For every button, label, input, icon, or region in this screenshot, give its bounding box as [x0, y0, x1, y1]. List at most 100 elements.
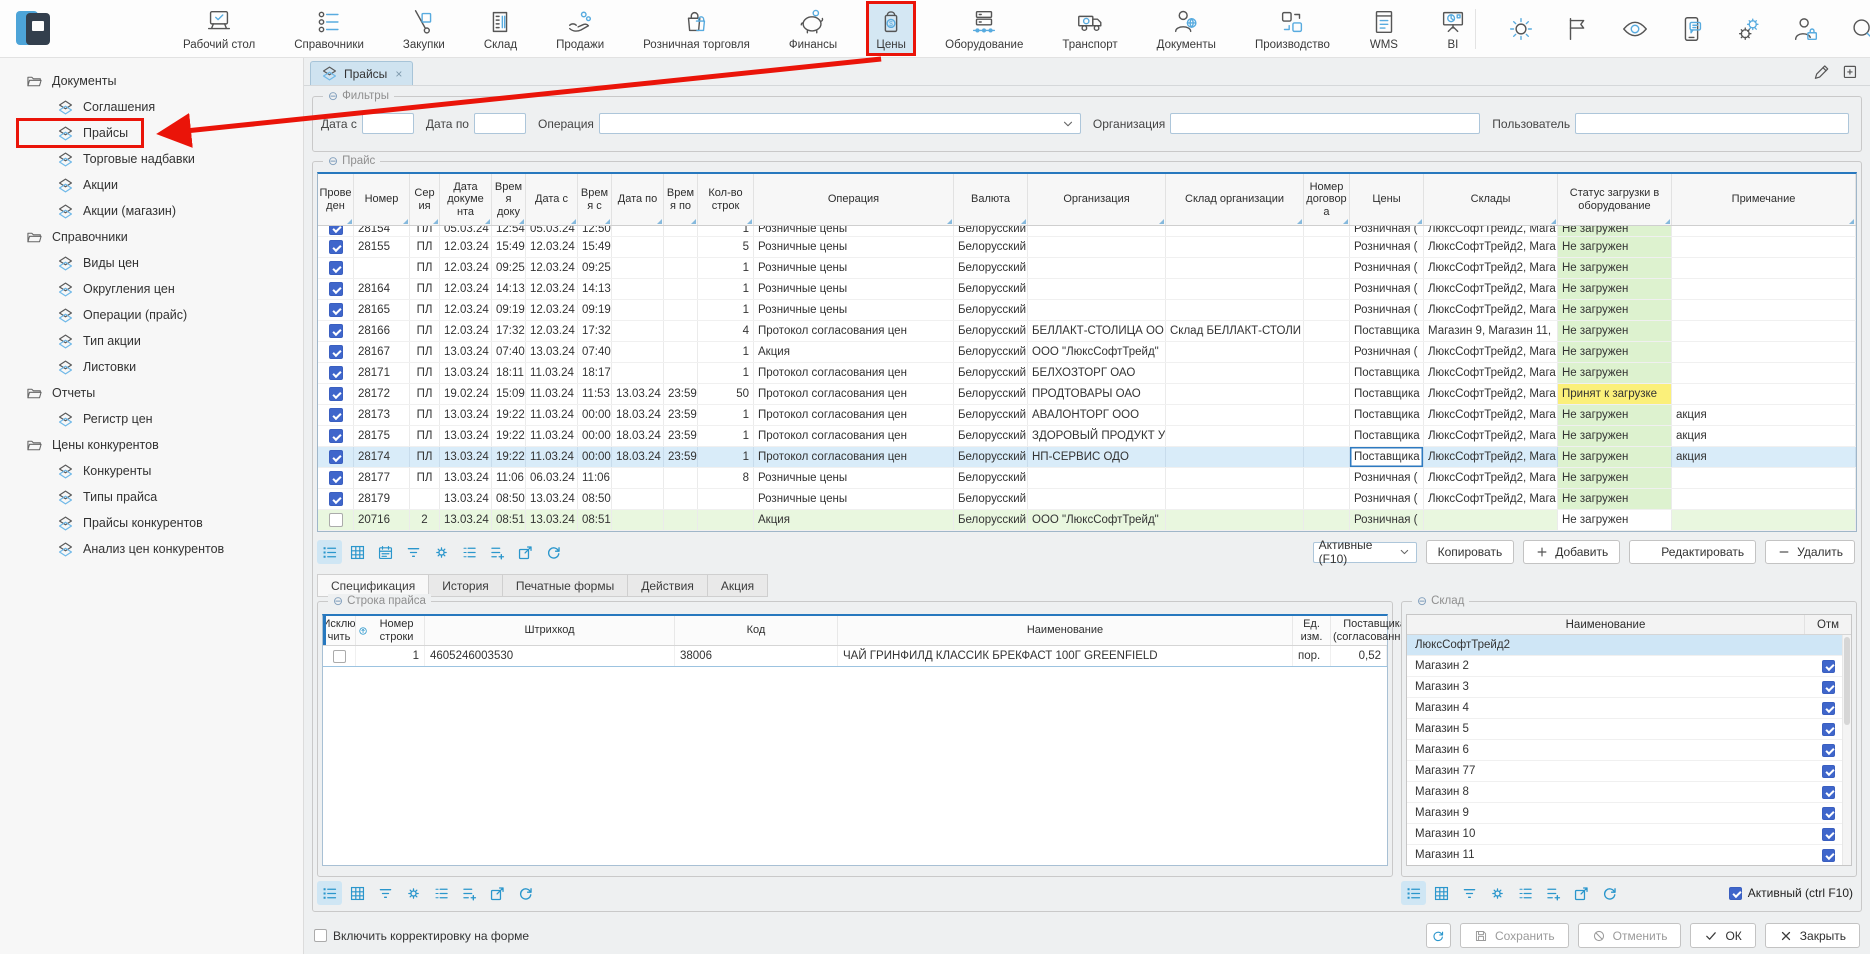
- cell-operation[interactable]: Протокол согласования цен: [754, 447, 954, 467]
- cell-operation[interactable]: Розничные цены: [754, 279, 954, 299]
- cell-org[interactable]: [1028, 258, 1166, 278]
- cell-org_warehouse[interactable]: [1166, 405, 1304, 425]
- nav-item-bi[interactable]: BI: [1431, 4, 1475, 53]
- cell-date_from[interactable]: 13.03.24: [526, 489, 578, 509]
- detail-tab-Печатные формы[interactable]: Печатные формы: [502, 574, 627, 597]
- cell-warehouses[interactable]: ЛюксСофтТрейд2, Мага: [1424, 258, 1558, 278]
- price-column-header[interactable]: Склады: [1424, 174, 1558, 225]
- topbar-search-button[interactable]: [1848, 14, 1870, 44]
- cell-time_to[interactable]: [664, 489, 698, 509]
- cell-operation[interactable]: Протокол согласования цен: [754, 321, 954, 341]
- numbered-list-tool-button[interactable]: [457, 540, 482, 564]
- cell-doc_date[interactable]: 12.03.24: [440, 258, 492, 278]
- row-checkbox-cell[interactable]: [318, 384, 354, 404]
- row-checkbox[interactable]: [329, 261, 343, 275]
- cell-doc_time[interactable]: 09:19: [492, 300, 526, 320]
- sidebar-folder[interactable]: Цены конкурентов: [0, 432, 303, 458]
- cell-status[interactable]: Не загружен: [1558, 447, 1672, 467]
- cell-time_from[interactable]: 17:32: [578, 321, 612, 341]
- cell-org[interactable]: АВАЛОНТОРГ ООО: [1028, 405, 1166, 425]
- nav-item-finance[interactable]: Финансы: [782, 4, 844, 53]
- nav-item-sales[interactable]: Продажи: [549, 4, 611, 53]
- cell-org[interactable]: БЕЛХОЗТОРГ ОАО: [1028, 363, 1166, 383]
- cell-date_from[interactable]: 06.03.24: [526, 468, 578, 488]
- view-filter-select[interactable]: Активные (F10): [1313, 542, 1417, 563]
- price-column-header[interactable]: Организация: [1028, 174, 1166, 225]
- cell-currency[interactable]: Белорусский: [954, 510, 1028, 530]
- cell-doc_date[interactable]: 13.03.24: [440, 405, 492, 425]
- cell-warehouses[interactable]: ЛюксСофтТрейд2, Мага: [1424, 342, 1558, 362]
- cell-contract[interactable]: [1304, 342, 1350, 362]
- warehouse-checkbox[interactable]: [1822, 723, 1835, 736]
- warehouse-checkbox[interactable]: [1822, 786, 1835, 799]
- cell-series[interactable]: ПЛ: [410, 468, 440, 488]
- list-view-tool-button[interactable]: [317, 540, 342, 564]
- cell-operation[interactable]: Розничные цены: [754, 489, 954, 509]
- cell-status[interactable]: Не загружен: [1558, 468, 1672, 488]
- tab-close-icon[interactable]: ×: [395, 67, 402, 81]
- cell-time_from[interactable]: 11:53: [578, 384, 612, 404]
- cell-currency[interactable]: Белорусский: [954, 258, 1028, 278]
- cell-lines[interactable]: 1: [698, 405, 754, 425]
- price-row[interactable]: 28155ПЛ12.03.2415:4912.03.2415:495Рознич…: [318, 237, 1856, 258]
- cell-status[interactable]: Не загружен: [1558, 258, 1672, 278]
- cell-currency[interactable]: Белорусский: [954, 226, 1028, 236]
- cell-org_warehouse[interactable]: [1166, 489, 1304, 509]
- grid-tool-button[interactable]: [345, 881, 370, 905]
- tab-praisy[interactable]: Прайсы ×: [310, 61, 413, 85]
- warehouse-col-checked[interactable]: Отм: [1805, 615, 1851, 634]
- cell-org_warehouse[interactable]: [1166, 342, 1304, 362]
- cell-doc_date[interactable]: 12.03.24: [440, 300, 492, 320]
- open-window-tool-button[interactable]: [513, 540, 538, 564]
- cell-org[interactable]: БЕЛЛАКТ-СТОЛИЦА ОО: [1028, 321, 1166, 341]
- cell-doc_date[interactable]: 12.03.24: [440, 279, 492, 299]
- price-column-header[interactable]: Цены: [1350, 174, 1424, 225]
- detail-tab-Действия[interactable]: Действия: [627, 574, 707, 597]
- cell-lines[interactable]: 1: [698, 426, 754, 446]
- cell-prices[interactable]: Розничная (: [1350, 237, 1424, 257]
- filter-tool-button[interactable]: [401, 540, 426, 564]
- cell-warehouses[interactable]: ЛюксСофтТрейд2, Мага: [1424, 405, 1558, 425]
- cell-operation[interactable]: Розничные цены: [754, 226, 954, 236]
- cell-date_from[interactable]: 12.03.24: [526, 258, 578, 278]
- cell-lines[interactable]: 8: [698, 468, 754, 488]
- row-checkbox[interactable]: [329, 345, 343, 359]
- cell-note[interactable]: акция: [1672, 405, 1856, 425]
- row-checkbox-cell[interactable]: [318, 258, 354, 278]
- cell-org_warehouse[interactable]: [1166, 510, 1304, 530]
- topbar-user-lock-button[interactable]: [1791, 14, 1821, 44]
- cell-note[interactable]: [1672, 468, 1856, 488]
- cell-name[interactable]: ЧАЙ ГРИНФИЛД КЛАССИК БРЕКФАСТ 100Г GREEN…: [838, 646, 1293, 666]
- collapse-icon[interactable]: ⊖: [333, 594, 343, 608]
- cell-note[interactable]: [1672, 279, 1856, 299]
- cell-doc_date[interactable]: 12.03.24: [440, 237, 492, 257]
- cell-time_from[interactable]: 00:00: [578, 405, 612, 425]
- price-row[interactable]: 28165ПЛ12.03.2409:1912.03.2409:191Рознич…: [318, 300, 1856, 321]
- cell-doc_time[interactable]: 11:06: [492, 468, 526, 488]
- nav-item-equipment[interactable]: Оборудование: [938, 4, 1030, 53]
- cell-contract[interactable]: [1304, 426, 1350, 446]
- cell-time_to[interactable]: 23:59: [664, 447, 698, 467]
- sidebar-item[interactable]: Конкуренты: [0, 458, 303, 484]
- cell-note[interactable]: [1672, 237, 1856, 257]
- cell-num[interactable]: 28171: [354, 363, 410, 383]
- cell-note[interactable]: [1672, 384, 1856, 404]
- row-checkbox[interactable]: [329, 450, 343, 464]
- cell-num[interactable]: 28175: [354, 426, 410, 446]
- price-column-header[interactable]: Статус загрузки в оборудование: [1558, 174, 1672, 225]
- cell-time_to[interactable]: [664, 510, 698, 530]
- cell-date_from[interactable]: 11.03.24: [526, 384, 578, 404]
- cell-doc_date[interactable]: 13.03.24: [440, 510, 492, 530]
- price-column-header[interactable]: Прове ден: [318, 174, 354, 225]
- topbar-gears-button[interactable]: [1734, 14, 1764, 44]
- cell-time_from[interactable]: 18:17: [578, 363, 612, 383]
- row-checkbox-cell[interactable]: [318, 447, 354, 467]
- sidebar-item[interactable]: Листовки: [0, 354, 303, 380]
- cell-date_to[interactable]: [612, 342, 664, 362]
- cell-excluded[interactable]: [323, 646, 356, 666]
- cell-series[interactable]: ПЛ: [410, 363, 440, 383]
- cell-operation[interactable]: Акция: [754, 342, 954, 362]
- cell-doc_time[interactable]: 09:25: [492, 258, 526, 278]
- cell-num[interactable]: 28174: [354, 447, 410, 467]
- spec-column-header[interactable]: Код: [675, 616, 838, 645]
